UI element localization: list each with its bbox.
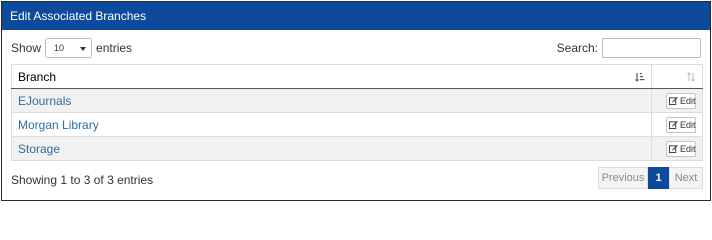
table-row: Morgan Library Edit xyxy=(11,112,703,137)
table-row: Storage Edit xyxy=(11,136,703,161)
edit-button[interactable]: Edit xyxy=(666,140,696,157)
action-cell: Edit xyxy=(651,88,703,113)
edit-label: Edit xyxy=(680,143,696,154)
edit-label: Edit xyxy=(680,119,696,130)
edit-icon xyxy=(669,144,678,153)
edit-button[interactable]: Edit xyxy=(666,116,696,133)
branch-link[interactable]: Storage xyxy=(18,142,60,156)
action-cell: Edit xyxy=(651,136,703,161)
previous-page-button[interactable]: Previous xyxy=(598,167,648,189)
table-info: Showing 1 to 3 of 3 entries xyxy=(11,173,154,187)
panel-title: Edit Associated Branches xyxy=(2,2,710,30)
sort-ascending-icon xyxy=(635,73,645,82)
column-header-actions[interactable] xyxy=(651,64,703,89)
entries-select-value: 10 xyxy=(54,43,65,53)
branch-cell: Storage xyxy=(11,136,652,161)
length-menu: Show 10 entries xyxy=(11,38,132,58)
next-page-button[interactable]: Next xyxy=(669,167,703,189)
edit-icon xyxy=(669,96,678,105)
table-header-row: Branch xyxy=(11,64,703,89)
entries-select[interactable]: 10 xyxy=(45,38,93,58)
search-input[interactable] xyxy=(602,38,701,58)
branch-link[interactable]: EJournals xyxy=(18,94,71,108)
chevron-down-icon xyxy=(80,47,87,51)
sort-both-icon xyxy=(687,72,695,82)
branch-cell: Morgan Library xyxy=(11,112,652,137)
column-header-label: Branch xyxy=(18,69,57,84)
table-row: EJournals Edit xyxy=(11,88,703,113)
page-1-button[interactable]: 1 xyxy=(648,167,669,189)
edit-branches-panel: Edit Associated Branches Show 10 entries… xyxy=(1,1,711,201)
branch-cell: EJournals xyxy=(11,88,652,113)
edit-icon xyxy=(669,120,678,129)
search-filter: Search: xyxy=(557,38,701,58)
branches-table: Branch EJournals Edit Morgan Library Edi… xyxy=(11,64,703,161)
edit-button[interactable]: Edit xyxy=(666,92,696,109)
edit-label: Edit xyxy=(680,95,696,106)
action-cell: Edit xyxy=(651,112,703,137)
search-label: Search: xyxy=(556,41,598,55)
column-header-branch[interactable]: Branch xyxy=(11,64,652,89)
pagination: Previous 1 Next xyxy=(598,167,703,189)
show-label: Show xyxy=(11,41,42,55)
entries-label: entries xyxy=(96,41,133,55)
branch-link[interactable]: Morgan Library xyxy=(18,118,99,132)
